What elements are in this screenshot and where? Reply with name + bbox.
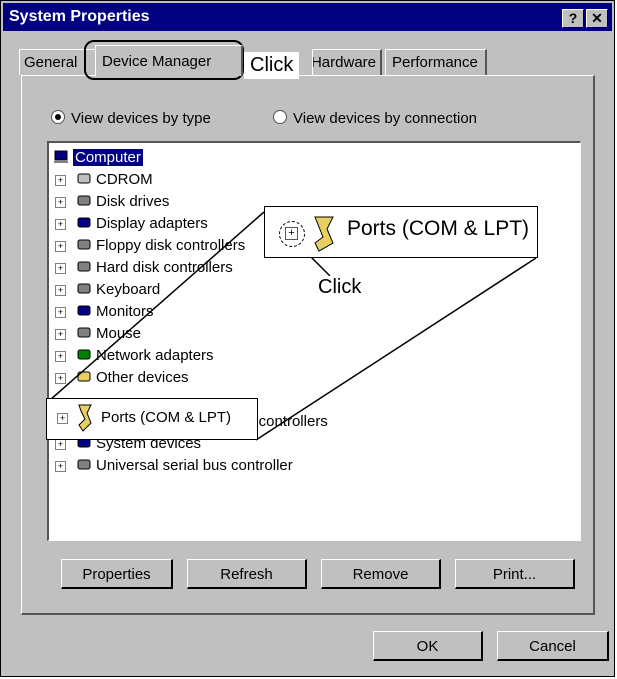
ports-zoom-callout: + Ports (COM & LPT) <box>264 206 538 258</box>
zoom-lines <box>49 211 537 441</box>
ports-icon <box>78 404 92 432</box>
ports-label-zoom: Ports (COM & LPT) <box>347 217 530 240</box>
ports-row-label: Ports (COM & LPT) <box>101 409 232 426</box>
expand-plus-icon-zoom[interactable]: + <box>285 227 298 240</box>
tab-device-manager[interactable]: Device Manager <box>95 45 243 76</box>
ports-row-callout: + Ports (COM & LPT) <box>46 398 258 440</box>
expand-plus-icon[interactable]: + <box>57 413 68 424</box>
ports-icon-zoom <box>314 216 334 252</box>
click-label-plus: Click <box>318 276 362 299</box>
